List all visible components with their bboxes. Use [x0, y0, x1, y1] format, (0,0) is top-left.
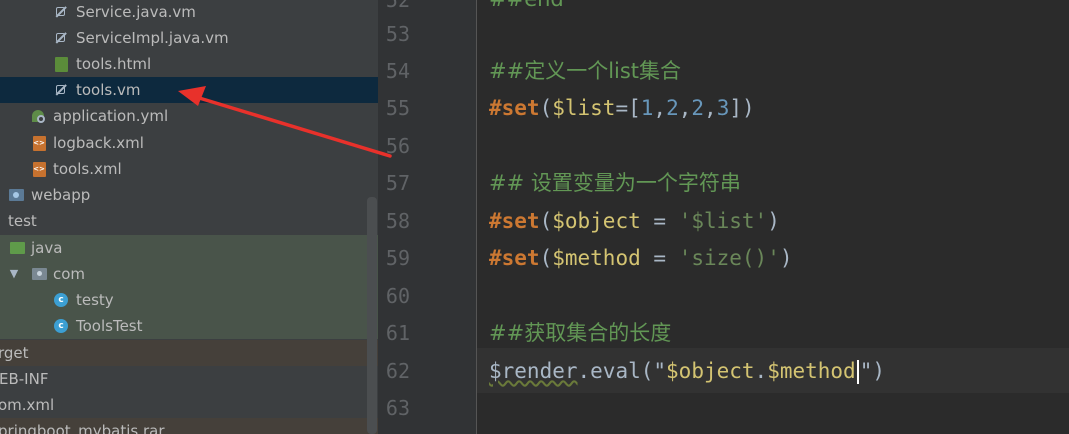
xml-file-icon: <>	[31, 156, 47, 182]
tree-item-label: application.yml	[53, 107, 169, 125]
variable-token: $method	[767, 359, 856, 383]
tree-item-target[interactable]: rget	[0, 340, 378, 366]
number-token: 2	[691, 96, 705, 120]
line-number: 59	[385, 246, 410, 270]
code-token: ")	[859, 359, 886, 383]
web-folder-icon	[8, 182, 24, 208]
tree-item-label: tools.xml	[53, 160, 122, 178]
tree-item-label: ServiceImpl.java.vm	[76, 29, 229, 47]
directive-keyword: #set	[489, 96, 540, 120]
code-line-57: ## 设置变量为一个字符串	[489, 171, 741, 195]
tree-item-test[interactable]: test	[0, 208, 378, 234]
velocity-template-icon	[53, 25, 69, 51]
line-number: 62	[385, 359, 410, 383]
tree-item-label: test	[8, 212, 37, 230]
xml-file-icon: <>	[31, 130, 47, 156]
tree-item-label: EB-INF	[0, 370, 49, 388]
yaml-config-icon	[31, 103, 47, 129]
chevron-down-icon[interactable]: ▼	[8, 261, 20, 287]
string-token: '$list'	[678, 209, 768, 233]
line-number: 55	[385, 96, 410, 120]
number-token: 1	[640, 96, 654, 120]
tree-item-rar-archive[interactable]: pringboot_mybatis.rar	[0, 418, 378, 434]
code-token: .	[754, 359, 768, 383]
code-token: .eval("	[577, 359, 667, 383]
tree-item-label: testy	[76, 291, 114, 309]
code-line-54: ##定义一个list集合	[489, 59, 682, 83]
code-token: =[	[615, 96, 641, 120]
tree-item-com[interactable]: ▼ com	[0, 261, 378, 287]
tree-item-tools-xml[interactable]: <> tools.xml	[0, 156, 378, 182]
number-token: 2	[666, 96, 679, 120]
tree-item-label: webapp	[31, 186, 91, 204]
code-line-55: #set($list=[1,2,2,3])	[489, 96, 755, 120]
code-line-61: ##获取集合的长度	[489, 321, 672, 345]
tree-item-serviceimpl-java-vm[interactable]: ServiceImpl.java.vm	[0, 25, 378, 51]
tree-item-service-java-vm[interactable]: Service.java.vm	[0, 0, 378, 25]
directive-keyword: #set	[489, 246, 540, 270]
variable-token: $method	[552, 246, 641, 270]
line-number: 57	[385, 171, 410, 195]
tree-item-webapp[interactable]: webapp	[0, 182, 378, 208]
code-line-58: #set($object = '$list')	[489, 209, 780, 233]
code-token: ])	[729, 96, 755, 120]
tree-item-pom-xml[interactable]: om.xml	[0, 392, 378, 418]
tree-item-label: om.xml	[0, 396, 55, 414]
variable-token: $object	[552, 209, 641, 233]
tree-item-label: tools.html	[76, 55, 152, 73]
line-number: 53	[385, 22, 410, 46]
tree-item-tools-html[interactable]: tools.html	[0, 51, 378, 77]
code-token: =	[640, 246, 679, 270]
package-folder-icon	[31, 261, 47, 287]
code-token: (	[539, 96, 553, 120]
tree-item-testy[interactable]: c testy	[0, 287, 378, 313]
tree-scrollbar[interactable]	[367, 197, 377, 434]
tree-item-label: java	[31, 239, 63, 257]
tree-item-label: com	[53, 265, 86, 283]
code-line-62: $render.eval("$object.$method ")	[489, 352, 885, 390]
line-number: 56	[385, 134, 410, 158]
code-line-59: #set($method = 'size()')	[489, 246, 793, 270]
project-tree-panel: Service.java.vm ServiceImpl.java.vm tool…	[0, 0, 378, 434]
html-file-icon	[53, 51, 69, 77]
line-number: 54	[385, 59, 410, 83]
tree-item-web-inf[interactable]: EB-INF	[0, 366, 378, 392]
line-number: 63	[385, 396, 410, 420]
variable-token: $list	[552, 96, 616, 120]
tree-item-label: logback.xml	[53, 134, 144, 152]
number-token: 3	[716, 96, 730, 120]
line-number: 58	[385, 209, 410, 233]
tree-item-logback-xml[interactable]: <> logback.xml	[0, 130, 378, 156]
tree-item-label: ToolsTest	[76, 317, 143, 335]
tree-item-label: tools.vm	[76, 81, 141, 99]
variable-token: $render	[489, 359, 578, 383]
code-token: =	[640, 209, 679, 233]
tree-item-application-yml[interactable]: application.yml	[0, 103, 378, 129]
directive-keyword: #set	[489, 209, 540, 233]
string-token: 'size()'	[678, 246, 780, 270]
text-caret	[856, 360, 859, 384]
tree-item-label: Service.java.vm	[76, 3, 196, 21]
line-number: 60	[385, 284, 410, 308]
code-line-52: ##end	[489, 0, 564, 18]
line-number: 61	[385, 321, 410, 345]
variable-token: $object	[666, 359, 755, 383]
test-source-folder-icon	[9, 235, 25, 261]
velocity-template-icon	[53, 77, 69, 103]
tree-item-label: rget	[0, 344, 29, 362]
java-class-icon: c	[53, 313, 69, 339]
java-class-icon: c	[53, 287, 69, 313]
velocity-template-icon	[53, 0, 69, 25]
tree-item-toolstest[interactable]: c ToolsTest	[0, 313, 378, 339]
tree-item-label: pringboot_mybatis.rar	[0, 422, 165, 434]
tree-item-tools-vm[interactable]: tools.vm	[0, 77, 378, 103]
tree-item-java[interactable]: java	[0, 235, 378, 261]
